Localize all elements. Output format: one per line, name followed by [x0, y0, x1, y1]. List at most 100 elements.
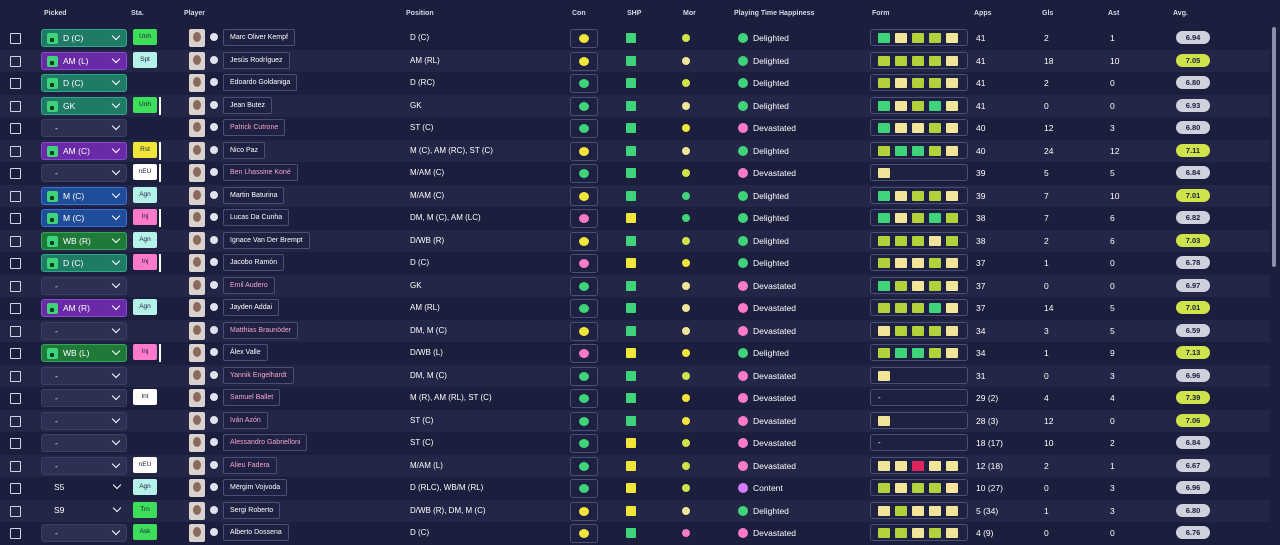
picked-selector[interactable]: - — [41, 276, 127, 295]
player-name[interactable]: Alieu Fadera — [223, 456, 277, 474]
picked-selector[interactable]: WB (L) — [41, 344, 127, 362]
picked-selector[interactable]: - — [41, 389, 127, 407]
col-avg[interactable]: Avg. — [1173, 10, 1188, 17]
picked-selector[interactable]: - — [41, 524, 127, 542]
picked-selector[interactable]: M (C) — [41, 209, 127, 227]
select-checkbox[interactable] — [10, 393, 21, 404]
picked-selector[interactable]: - — [41, 119, 127, 137]
select-checkbox[interactable] — [10, 168, 21, 179]
table-row[interactable]: D (C) Edoardo Goldaniga D (RC) Delighted 41 2… — [0, 72, 1270, 95]
table-row[interactable]: M (C) Agn Martin Baturina M/AM (C) Delighted… — [0, 184, 1270, 207]
table-row[interactable]: - Ask Alberto Dossena D (C) Devastated 4 (9) 0… — [0, 522, 1270, 545]
player-name[interactable]: Alessandro Gabrielloni — [223, 434, 308, 451]
picked-selector[interactable]: M (C) — [41, 186, 127, 205]
table-row[interactable]: - nEU Ben Lhassine Koné M/AM (C) Devastated 3… — [0, 162, 1270, 185]
col-shp[interactable]: SHP — [627, 10, 641, 17]
select-checkbox[interactable] — [10, 78, 21, 89]
select-checkbox[interactable] — [10, 280, 21, 292]
player-name[interactable]: Sergi Roberto — [223, 501, 281, 519]
table-row[interactable]: AM (R) Agn Jayden Addai AM (RL) Devastated 37… — [0, 297, 1270, 320]
table-row[interactable]: WB (R) Agn Ignace Van Der Brempt D/WB (R) De… — [0, 229, 1270, 252]
col-ast[interactable]: Ast — [1108, 10, 1119, 17]
select-checkbox[interactable] — [10, 55, 21, 67]
select-checkbox[interactable] — [10, 258, 21, 269]
col-form[interactable]: Form — [872, 10, 890, 17]
picked-selector[interactable]: - — [41, 321, 127, 340]
picked-selector[interactable]: WB (R) — [41, 231, 127, 250]
picked-selector[interactable]: - — [41, 456, 127, 475]
table-row[interactable]: - Int Samuel Ballet M (R), AM (RL), ST (C) D… — [0, 387, 1270, 410]
table-row[interactable]: - Alessandro Gabrielloni ST (C) Devastated -… — [0, 432, 1270, 455]
col-mor[interactable]: Mor — [683, 10, 696, 17]
col-position[interactable]: Position — [406, 10, 434, 17]
col-sta[interactable]: Sta. — [131, 10, 144, 17]
select-checkbox[interactable] — [10, 348, 21, 359]
select-checkbox[interactable] — [10, 145, 21, 157]
table-row[interactable]: S9 Trn Sergi Roberto D/WB (R), DM, M (C) Del… — [0, 499, 1270, 522]
select-checkbox[interactable] — [10, 123, 21, 134]
picked-selector[interactable]: - — [41, 411, 127, 430]
player-name[interactable]: Yannik Engelhardt — [223, 366, 294, 384]
player-name[interactable]: Emil Audero — [223, 276, 275, 294]
player-name[interactable]: Alberto Dossena — [223, 524, 289, 541]
picked-selector[interactable]: S5 — [41, 479, 127, 497]
player-name[interactable]: Nico Paz — [223, 141, 266, 159]
picked-selector[interactable]: S9 — [41, 502, 127, 520]
picked-selector[interactable]: AM (R) — [41, 299, 127, 317]
player-name[interactable]: Ignace Van Der Brempt — [223, 231, 310, 249]
select-checkbox[interactable] — [10, 190, 21, 202]
col-player[interactable]: Player — [184, 10, 205, 17]
select-checkbox[interactable] — [10, 325, 21, 337]
player-name[interactable]: Ben Lhassine Koné — [223, 164, 298, 181]
table-row[interactable]: - nEU Alieu Fadera M/AM (L) Devastated 12 (18… — [0, 454, 1270, 477]
col-con[interactable]: Con — [572, 10, 586, 17]
player-name[interactable]: Jayden Addai — [223, 299, 280, 316]
select-checkbox[interactable] — [10, 415, 21, 427]
picked-selector[interactable]: D (C) — [41, 74, 127, 92]
table-row[interactable]: AM (C) Rst Nico Paz M (C), AM (RC), ST (C) D… — [0, 139, 1270, 162]
table-row[interactable]: - Iván Azón ST (C) Devastated 28 (3) 12 0 7.06 — [0, 409, 1270, 432]
player-name[interactable]: Álex Valle — [223, 344, 268, 361]
col-apps[interactable]: Apps — [974, 10, 992, 17]
picked-selector[interactable]: AM (L) — [41, 51, 127, 70]
col-pth[interactable]: Playing Time Happiness — [734, 10, 814, 17]
table-row[interactable]: - Yannik Engelhardt DM, M (C) Devastated 31 0… — [0, 364, 1270, 387]
table-row[interactable]: AM (L) Spt Jesús Rodríguez AM (RL) Delighted… — [0, 49, 1270, 72]
select-checkbox[interactable] — [10, 100, 21, 112]
picked-selector[interactable]: - — [41, 366, 127, 385]
col-gls[interactable]: Gls — [1042, 10, 1053, 17]
select-checkbox[interactable] — [10, 235, 21, 247]
picked-selector[interactable]: D (C) — [41, 254, 127, 272]
player-name[interactable]: Matthias Braunöder — [223, 321, 299, 339]
table-row[interactable]: D (C) Inj Jacobo Ramón D (C) Delighted 37 1 0 6.… — [0, 252, 1270, 275]
player-name[interactable]: Jacobo Ramón — [223, 254, 285, 271]
table-row[interactable]: GK Unh Jean Butez GK Delighted 41 0 0 6.93 — [0, 94, 1270, 117]
select-checkbox[interactable] — [10, 213, 21, 224]
table-row[interactable]: - Emil Audero GK Devastated 37 0 0 6.97 — [0, 274, 1270, 297]
col-picked[interactable]: Picked — [44, 10, 67, 17]
player-name[interactable]: Samuel Ballet — [223, 389, 281, 406]
player-name[interactable]: Edoardo Goldaniga — [223, 74, 298, 91]
select-checkbox[interactable] — [10, 438, 21, 449]
player-name[interactable]: Jean Butez — [223, 96, 273, 114]
table-row[interactable]: - Patrick Cutrone ST (C) Devastated 40 12 3 6.8… — [0, 117, 1270, 140]
scrollbar[interactable] — [1272, 27, 1276, 267]
table-row[interactable]: - Matthias Braunöder DM, M (C) Devastated 34… — [0, 319, 1270, 342]
select-checkbox[interactable] — [10, 370, 21, 382]
player-name[interactable]: Jesús Rodríguez — [223, 51, 290, 69]
player-name[interactable]: Mërgim Vojvoda — [223, 479, 288, 496]
picked-selector[interactable]: AM (C) — [41, 141, 127, 160]
picked-selector[interactable]: D (C) — [41, 29, 127, 47]
select-checkbox[interactable] — [10, 303, 21, 314]
player-name[interactable]: Patrick Cutrone — [223, 119, 286, 136]
picked-selector[interactable]: GK — [41, 96, 127, 115]
player-name[interactable]: Martin Baturina — [223, 186, 285, 204]
player-name[interactable]: Iván Azón — [223, 411, 268, 429]
table-row[interactable]: D (C) Unh Marc Oliver Kempf D (C) Delighted 4… — [0, 27, 1270, 50]
select-checkbox[interactable] — [10, 33, 21, 44]
select-checkbox[interactable] — [10, 528, 21, 539]
select-checkbox[interactable] — [10, 505, 21, 517]
table-row[interactable]: S5 Agn Mërgim Vojvoda D (RLC), WB/M (RL) Con… — [0, 477, 1270, 500]
select-checkbox[interactable] — [10, 460, 21, 472]
picked-selector[interactable]: - — [41, 164, 127, 182]
